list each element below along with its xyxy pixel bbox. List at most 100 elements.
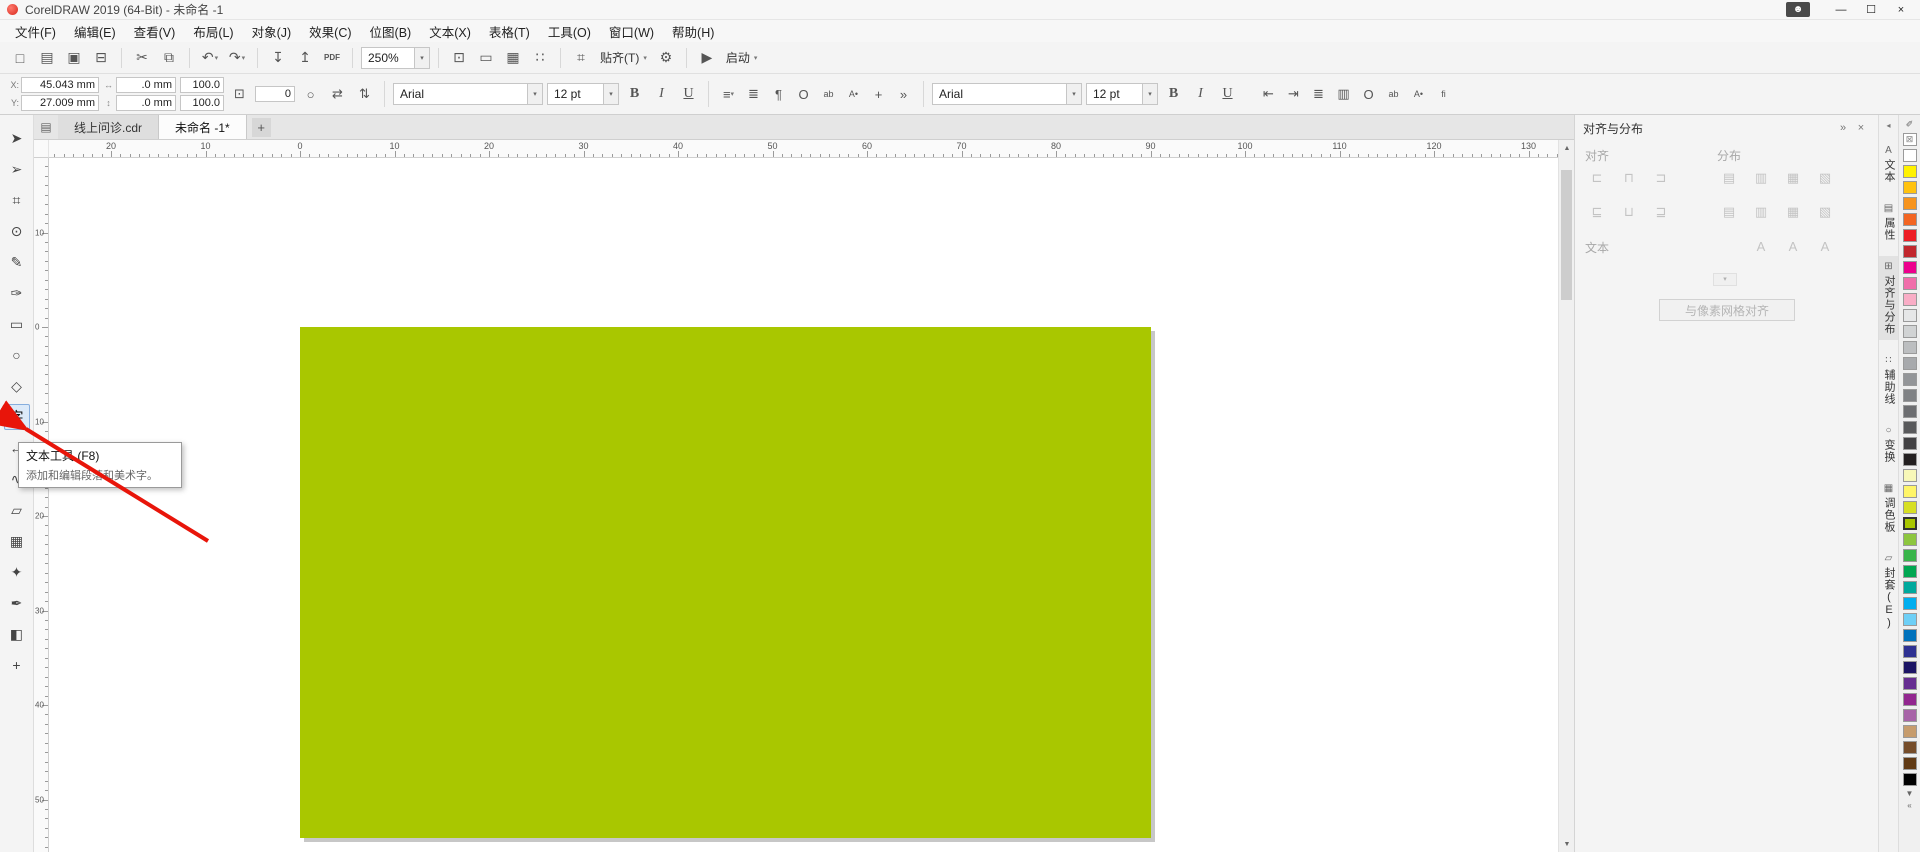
no-color-swatch[interactable]: ⊠ [1903, 133, 1917, 146]
no-outline-icon[interactable]: O [792, 83, 815, 106]
dropdown-icon[interactable]: ▾ [527, 84, 542, 104]
palette-swatch[interactable] [1903, 181, 1917, 194]
font-size-combo[interactable]: 12 pt ▾ [547, 83, 619, 105]
ruler-origin-corner[interactable] [34, 140, 49, 158]
palette-swatch[interactable] [1903, 437, 1917, 450]
side-tab-6[interactable]: ▱封套(E) [1879, 548, 1898, 635]
decrease-indent-icon[interactable]: ⇤ [1257, 83, 1280, 106]
palette-swatch[interactable] [1903, 293, 1917, 306]
outline-pen-tool[interactable]: ✒ [4, 590, 30, 616]
show-rulers-button[interactable]: ▭ [474, 46, 498, 70]
dropdown-icon[interactable]: ▾ [603, 84, 618, 104]
zoom-level-combo[interactable]: 250%▾ [361, 47, 430, 69]
palette-swatch[interactable] [1903, 245, 1917, 258]
palette-swatch[interactable] [1903, 661, 1917, 674]
show-grid-button[interactable]: ▦ [501, 46, 525, 70]
vertical-scrollbar[interactable]: ▲ ▼ [1558, 140, 1574, 852]
new-document-tab-button[interactable]: + [252, 118, 271, 137]
text-properties-icon[interactable]: A• [842, 83, 865, 106]
mirror-horizontal-icon[interactable]: ⇄ [326, 83, 349, 106]
export-button[interactable]: ↥ [293, 46, 317, 70]
palette-swatch[interactable] [1903, 693, 1917, 706]
text-align-button-2[interactable]: A [1811, 233, 1839, 259]
bulleted-list-icon[interactable]: ≣ [742, 83, 765, 106]
palette-swatch[interactable] [1903, 501, 1917, 514]
palette-swatch[interactable] [1903, 549, 1917, 562]
underline-button-2[interactable]: U [1216, 83, 1239, 106]
palette-swatch[interactable] [1903, 533, 1917, 546]
maximize-button[interactable]: ☐ [1856, 0, 1886, 19]
align-button-2[interactable]: ⊐ [1647, 165, 1675, 191]
palette-swatch[interactable] [1903, 373, 1917, 386]
menu-item-11[interactable]: 帮助(H) [663, 20, 723, 43]
menu-item-9[interactable]: 工具(O) [539, 20, 600, 43]
add-tools-button[interactable]: + [4, 652, 30, 678]
bold-button-2[interactable]: B [1162, 83, 1185, 106]
palette-swatch[interactable] [1903, 725, 1917, 738]
transparency-tool[interactable]: ▦ [4, 528, 30, 554]
menu-item-1[interactable]: 编辑(E) [65, 20, 125, 43]
dropdown-icon[interactable]: ▾ [1142, 84, 1157, 104]
align-button-4[interactable]: ⊔ [1615, 199, 1643, 225]
palette-flyout-icon[interactable]: « [1907, 801, 1911, 810]
zoom-tool[interactable]: ⊙ [4, 218, 30, 244]
scale-x-field[interactable]: 100.0 [180, 77, 224, 93]
scrollbar-thumb[interactable] [1561, 170, 1572, 300]
menu-item-8[interactable]: 表格(T) [480, 20, 539, 43]
align-options-dropdown-icon[interactable]: ▾ [1713, 273, 1737, 286]
distribute-button-2[interactable]: ▦ [1779, 165, 1807, 191]
italic-button-2[interactable]: I [1189, 83, 1212, 106]
text-tool[interactable]: 字 [4, 404, 30, 430]
palette-eyedropper-icon[interactable]: ✐ [1906, 119, 1914, 130]
palette-swatch[interactable] [1903, 405, 1917, 418]
distribute-button-5[interactable]: ▥ [1747, 199, 1775, 225]
distribute-button-6[interactable]: ▦ [1779, 199, 1807, 225]
drawing-canvas[interactable] [49, 158, 1558, 852]
menu-item-6[interactable]: 位图(B) [361, 20, 421, 43]
font-size-combo-2[interactable]: 12 pt ▾ [1086, 83, 1158, 105]
snap-off-button[interactable]: ⌗ [569, 46, 593, 70]
palette-swatch[interactable] [1903, 453, 1917, 466]
pick-tool[interactable]: ➤ [4, 125, 30, 151]
align-button-1[interactable]: ⊓ [1615, 165, 1643, 191]
bulleted-list-2-icon[interactable]: ≣ [1307, 83, 1330, 106]
font-list-combo-2[interactable]: Arial ▾ [932, 83, 1082, 105]
palette-swatch[interactable] [1903, 325, 1917, 338]
docker-close-icon[interactable]: × [1852, 122, 1870, 134]
snap-to-menu[interactable]: 贴齐(T)▾ [596, 49, 651, 66]
opentype-features-icon[interactable]: fi [1432, 83, 1455, 106]
menu-item-5[interactable]: 效果(C) [300, 20, 360, 43]
palette-swatch[interactable] [1903, 613, 1917, 626]
crop-tool[interactable]: ⌗ [4, 187, 30, 213]
vertical-ruler[interactable]: 1001020304050 [34, 158, 49, 852]
dropdown-icon[interactable]: ▾ [414, 48, 429, 68]
menu-item-7[interactable]: 文本(X) [420, 20, 480, 43]
palette-swatch[interactable] [1903, 197, 1917, 210]
document-tab-0[interactable]: 线上问诊.cdr [58, 115, 159, 139]
distribute-button-3[interactable]: ▧ [1811, 165, 1839, 191]
undo-button[interactable]: ↶▾ [198, 46, 222, 70]
increase-indent-icon[interactable]: ⇥ [1282, 83, 1305, 106]
shape-tool[interactable]: ➢ [4, 156, 30, 182]
polygon-tool[interactable]: ◇ [4, 373, 30, 399]
more-options-icon[interactable]: » [892, 83, 915, 106]
text-align-button-1[interactable]: A [1779, 233, 1807, 259]
palette-swatch[interactable] [1903, 645, 1917, 658]
object-width-field[interactable]: .0 mm [116, 77, 176, 93]
palette-swatch[interactable] [1903, 309, 1917, 322]
side-tab-4[interactable]: ○变换 [1879, 420, 1898, 468]
palette-scroll-down-icon[interactable]: ▼ [1906, 789, 1914, 798]
palette-swatch[interactable] [1903, 229, 1917, 242]
cut-button[interactable]: ✂ [130, 46, 154, 70]
docker-pin-icon[interactable]: » [1834, 122, 1852, 134]
fullscreen-preview-button[interactable]: ⊡ [447, 46, 471, 70]
close-button[interactable]: × [1886, 0, 1916, 19]
palette-swatch[interactable] [1903, 469, 1917, 482]
palette-swatch[interactable] [1903, 517, 1917, 530]
new-document-button[interactable]: □ [8, 46, 32, 70]
lock-ratio-icon[interactable]: ⊡ [228, 83, 251, 106]
minimize-button[interactable]: — [1826, 0, 1856, 19]
drop-cap-icon[interactable]: ¶ [767, 83, 790, 106]
palette-swatch[interactable] [1903, 261, 1917, 274]
mirror-vertical-icon[interactable]: ⇅ [353, 83, 376, 106]
